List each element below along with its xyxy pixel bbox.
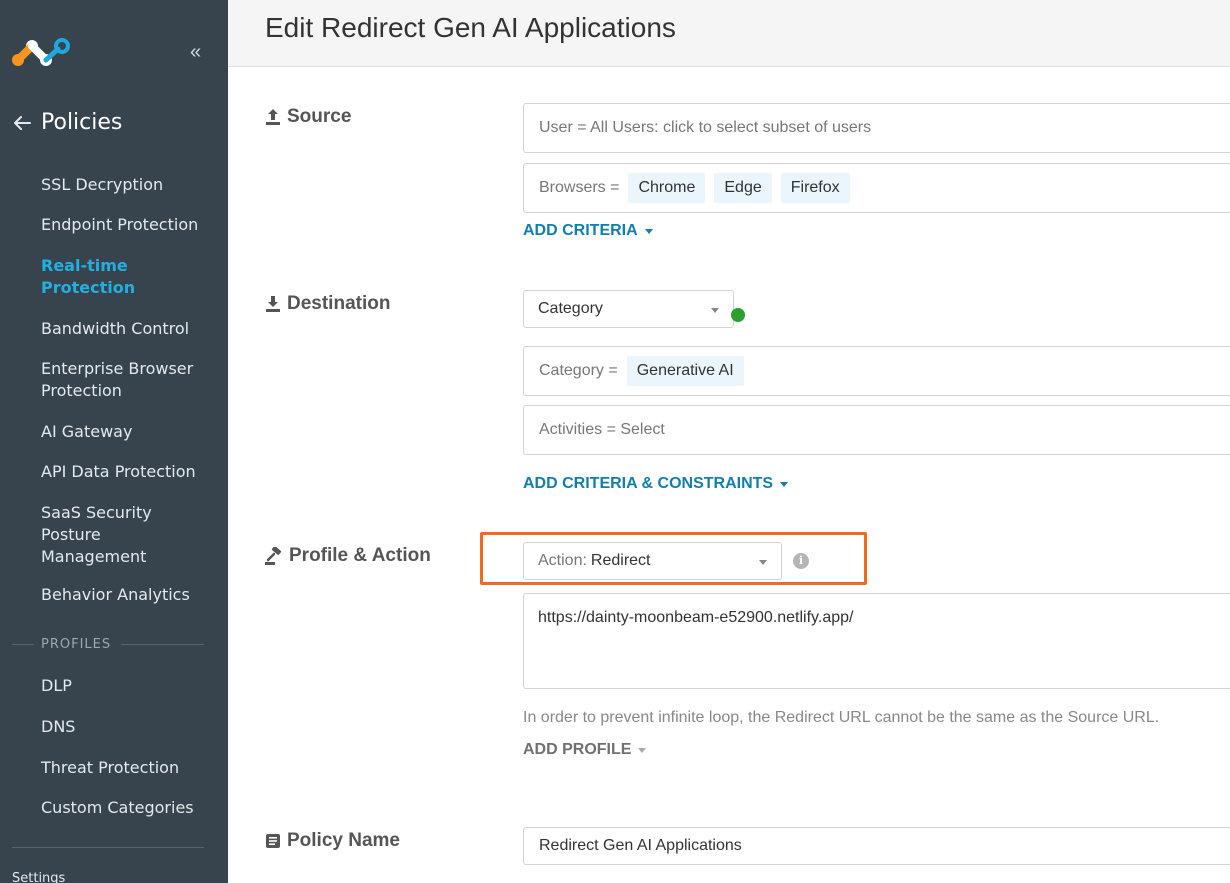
- source-add-criteria-link[interactable]: ADD CRITERIA: [523, 222, 653, 240]
- back-to-policies[interactable]: Policies: [12, 110, 122, 135]
- browser-chip-firefox[interactable]: Firefox: [780, 173, 850, 203]
- destination-type-select[interactable]: Category: [523, 290, 734, 328]
- netskope-logo: [12, 38, 70, 66]
- source-label: Source: [265, 106, 351, 128]
- activities-field[interactable]: Activities = Select: [523, 405, 1230, 455]
- back-arrow-icon: [14, 115, 31, 130]
- category-chip-generative-ai[interactable]: Generative AI: [626, 356, 744, 386]
- chevron-down-icon: [638, 747, 647, 753]
- sidebar-item-custom-categories[interactable]: Custom Categories: [0, 797, 214, 819]
- download-icon: [266, 296, 280, 312]
- profile-action-label: Profile & Action: [265, 545, 431, 567]
- sidebar-item-ssl-decryption[interactable]: SSL Decryption: [0, 174, 183, 196]
- sidebar-item-api-data-protection[interactable]: API Data Protection: [0, 461, 216, 483]
- info-icon[interactable]: i: [793, 553, 809, 569]
- sidebar-divider: [12, 847, 204, 848]
- policy-name-input[interactable]: Redirect Gen AI Applications: [523, 827, 1230, 865]
- page-title: Edit Redirect Gen AI Applications: [265, 12, 676, 43]
- chevron-down-icon: [711, 308, 719, 313]
- upload-icon: [266, 109, 280, 125]
- sidebar-item-behavior-analytics[interactable]: Behavior Analytics: [0, 584, 210, 606]
- destination-label: Destination: [265, 293, 390, 315]
- sidebar-item-threat-protection[interactable]: Threat Protection: [0, 757, 199, 779]
- document-icon: [266, 834, 280, 848]
- browser-chip-chrome[interactable]: Chrome: [628, 173, 706, 203]
- chevron-down-icon: [644, 228, 653, 234]
- category-field-label: Category =: [539, 362, 618, 379]
- profiles-group-label: PROFILES: [12, 637, 204, 652]
- user-criteria-field[interactable]: User = All Users: click to select subset…: [523, 103, 1230, 153]
- sidebar-item-dns[interactable]: DNS: [0, 716, 95, 738]
- sidebar-item-bandwidth-control[interactable]: Bandwidth Control: [0, 318, 209, 340]
- chevron-down-icon: [780, 481, 789, 487]
- browsers-field-label: Browsers =: [539, 179, 620, 196]
- category-criteria-field[interactable]: Category = Generative AI: [523, 346, 1230, 396]
- sidebar-item-enterprise-browser-protection[interactable]: Enterprise Browser Protection: [0, 358, 228, 402]
- section-title: Policies: [41, 110, 123, 135]
- destination-add-criteria-link[interactable]: ADD CRITERIA & CONSTRAINTS: [523, 475, 789, 493]
- sidebar: « Policies SSL Decryption Endpoint Prote…: [0, 0, 228, 883]
- action-select-prefix: Action:: [538, 552, 587, 569]
- browser-chip-edge[interactable]: Edge: [714, 173, 772, 203]
- page-header: Edit Redirect Gen AI Applications: [228, 0, 1230, 67]
- collapse-sidebar-icon[interactable]: «: [190, 42, 201, 62]
- status-indicator-dot: [731, 308, 745, 322]
- sidebar-item-settings[interactable]: Settings: [12, 871, 65, 883]
- sidebar-item-endpoint-protection[interactable]: Endpoint Protection: [0, 214, 218, 236]
- add-profile-link[interactable]: ADD PROFILE: [523, 741, 647, 759]
- gavel-icon: [265, 547, 282, 565]
- sidebar-item-ai-gateway[interactable]: AI Gateway: [0, 421, 152, 443]
- sidebar-item-dlp[interactable]: DLP: [0, 675, 92, 697]
- action-select[interactable]: Action: Redirect: [523, 542, 782, 580]
- redirect-hint-text: In order to prevent infinite loop, the R…: [523, 709, 1160, 726]
- policy-name-label: Policy Name: [265, 830, 400, 852]
- sidebar-item-real-time-protection[interactable]: Real-time Protection: [0, 255, 160, 299]
- redirect-url-textarea[interactable]: https://dainty-moonbeam-e52900.netlify.a…: [523, 593, 1230, 689]
- chevron-down-icon: [759, 560, 767, 565]
- browsers-criteria-field[interactable]: Browsers = Chrome Edge Firefox: [523, 163, 1230, 213]
- action-select-value: Redirect: [590, 552, 651, 569]
- sidebar-item-saas-security-posture-management[interactable]: SaaS Security Posture Management: [0, 502, 175, 568]
